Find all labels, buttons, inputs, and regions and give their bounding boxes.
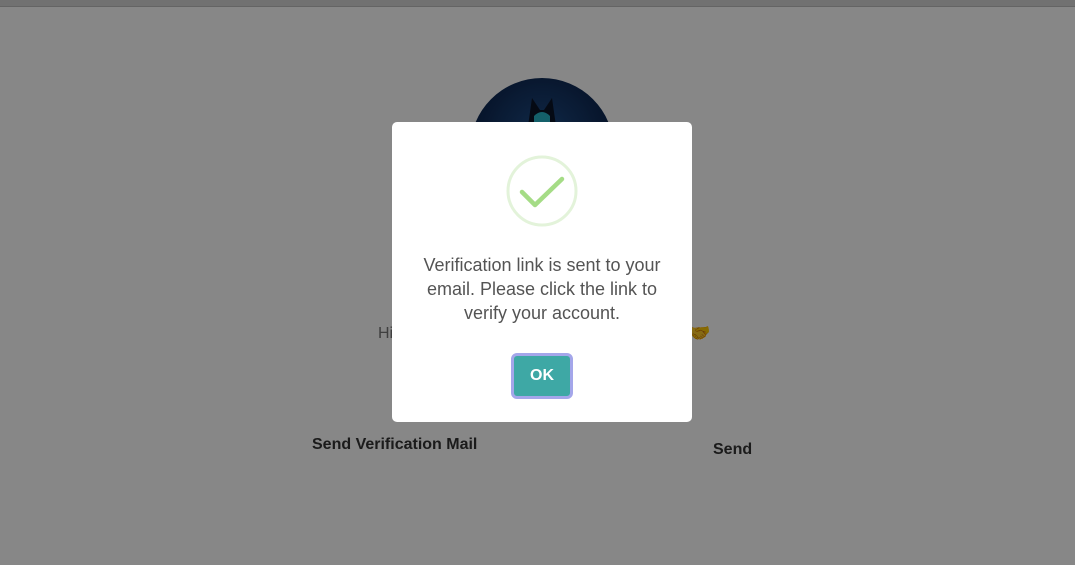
success-dialog: Verification link is sent to your email.… (392, 122, 692, 422)
dialog-message: Verification link is sent to your email.… (423, 255, 661, 323)
success-checkmark-icon (506, 155, 578, 227)
ok-button[interactable]: OK (511, 353, 573, 399)
